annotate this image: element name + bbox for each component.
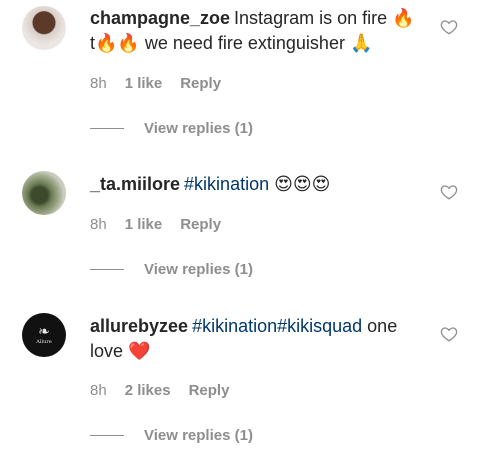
comment-meta: 8h 1 like Reply [90,216,221,233]
comment-likes[interactable]: 1 like [125,75,163,92]
user-avatar[interactable] [22,6,66,50]
comment-username[interactable]: champagne_zoe [90,8,230,28]
comment-username[interactable]: _ta.miilore [90,174,180,194]
comment-time: 8h [90,382,107,399]
comment-body: champagne_zoe Instagram is on fire 🔥 t🔥🔥 … [90,6,420,56]
comment-likes[interactable]: 1 like [125,216,163,233]
hashtag-link[interactable]: #kikination#kikisquad [192,316,362,336]
comment-likes[interactable]: 2 likes [125,382,171,399]
comment-body: _ta.miilore #kikination 😍😍😍 [90,172,420,197]
reply-button[interactable]: Reply [180,75,221,92]
divider-line [90,128,124,129]
comment-meta: 8h 1 like Reply [90,75,221,92]
comment-meta: 8h 2 likes Reply [90,382,229,399]
brand-logo: ❧ Allure [36,324,52,345]
heart-outline-icon[interactable] [440,183,458,201]
heart-outline-icon[interactable] [440,325,458,343]
comment-time: 8h [90,75,107,92]
user-avatar[interactable] [22,171,66,215]
reply-button[interactable]: Reply [180,216,221,233]
reply-button[interactable]: Reply [189,382,230,399]
view-replies-label: View replies (1) [144,261,253,278]
comment-text: 😍😍😍 [269,174,331,194]
brand-logo-text: Allure [36,339,52,345]
view-replies-button[interactable]: View replies (1) [90,427,253,444]
view-replies-button[interactable]: View replies (1) [90,261,253,278]
view-replies-label: View replies (1) [144,120,253,137]
hashtag-link[interactable]: #kikination [184,174,269,194]
comment-time: 8h [90,216,107,233]
divider-line [90,435,124,436]
heart-outline-icon[interactable] [440,18,458,36]
divider-line [90,269,124,270]
comment-body: allurebyzee #kikination#kikisquad one lov… [90,314,420,364]
view-replies-label: View replies (1) [144,427,253,444]
comment-username[interactable]: allurebyzee [90,316,188,336]
view-replies-button[interactable]: View replies (1) [90,120,253,137]
brand-logo-avatar[interactable]: ❧ Allure [22,313,66,357]
